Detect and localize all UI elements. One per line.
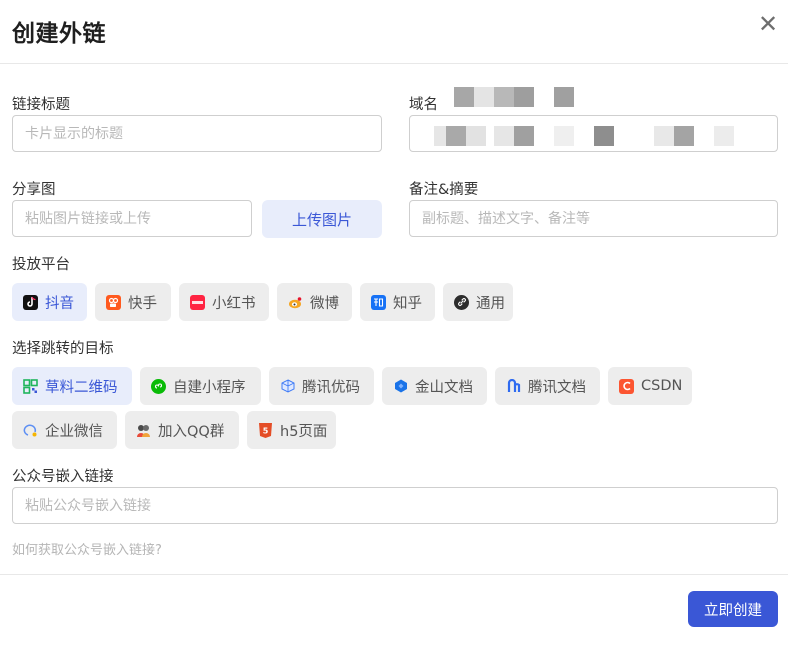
note-label: 备注&摘要	[409, 182, 479, 198]
svg-text:5: 5	[263, 426, 269, 435]
qrcode-icon	[23, 378, 38, 394]
target-label-miniprogram: 自建小程序	[173, 379, 246, 396]
target-kdocs[interactable]: 金山文档	[382, 367, 487, 405]
help-link[interactable]: 如何获取公众号嵌入链接?	[12, 539, 162, 558]
upload-image-button[interactable]: 上传图片	[262, 200, 382, 238]
target-label-qq-group: 加入QQ群	[158, 423, 225, 440]
footer-divider	[0, 574, 788, 575]
tencent-youma-icon	[280, 379, 295, 394]
target-label: 选择跳转的目标	[12, 341, 114, 357]
platform-label-zhihu: 知乎	[393, 295, 422, 312]
create-now-button[interactable]: 立即创建	[688, 591, 778, 627]
target-label-tencent-youma: 腾讯优码	[302, 379, 360, 396]
platform-xiaohongshu[interactable]: 小红书	[179, 283, 269, 321]
link-title-input[interactable]	[12, 115, 382, 152]
target-h5[interactable]: 5 h5页面	[247, 411, 336, 449]
article-embed-label: 公众号嵌入链接	[12, 469, 114, 485]
html5-icon: 5	[258, 422, 273, 438]
kdocs-icon	[393, 379, 408, 394]
target-label-wecom: 企业微信	[45, 423, 103, 440]
platform-weibo[interactable]: 微博	[277, 283, 352, 321]
target-label-tencent-docs: 腾讯文档	[528, 379, 586, 396]
target-wecom[interactable]: 企业微信	[12, 411, 117, 449]
platform-zhihu[interactable]: 知乎	[360, 283, 435, 321]
domain-select[interactable]	[409, 115, 778, 152]
xiaohongshu-icon	[190, 294, 205, 310]
platform-label: 投放平台	[12, 257, 70, 273]
kuaishou-icon	[106, 294, 121, 310]
wecom-icon	[23, 423, 38, 438]
qq-group-icon	[136, 423, 151, 438]
platform-label-weibo: 微博	[310, 295, 339, 312]
platform-kuaishou[interactable]: 快手	[95, 283, 171, 321]
close-icon[interactable]: ✕	[756, 12, 780, 36]
target-tencent-docs[interactable]: 腾讯文档	[495, 367, 600, 405]
target-qq-group[interactable]: 加入QQ群	[125, 411, 239, 449]
target-label-h5: h5页面	[280, 423, 328, 440]
share-image-label: 分享图	[12, 182, 56, 198]
dialog-header: 创建外链 ✕	[0, 0, 788, 64]
platform-label-xiaohongshu: 小红书	[212, 295, 256, 312]
target-label-csdn: CSDN	[641, 378, 683, 394]
platform-label-kuaishou: 快手	[128, 295, 157, 312]
target-label-caoliao: 草料二维码	[45, 379, 118, 396]
csdn-icon	[619, 378, 634, 394]
miniprogram-icon	[151, 378, 166, 394]
platform-label-douyin: 抖音	[45, 295, 74, 312]
article-embed-input[interactable]	[12, 487, 778, 524]
tencent-docs-icon	[506, 379, 521, 394]
domain-label: 域名	[409, 97, 438, 113]
link-title-label: 链接标题	[12, 97, 70, 113]
target-csdn[interactable]: CSDN	[608, 367, 692, 405]
zhihu-icon	[371, 294, 386, 310]
target-caoliao-qrcode[interactable]: 草料二维码	[12, 367, 132, 405]
platform-label-generic: 通用	[476, 295, 505, 312]
share-image-input[interactable]	[12, 200, 252, 237]
platform-generic[interactable]: 通用	[443, 283, 513, 321]
note-input[interactable]	[409, 200, 778, 237]
weibo-icon	[288, 295, 303, 310]
target-tencent-youma[interactable]: 腾讯优码	[269, 367, 374, 405]
dialog-title: 创建外链	[12, 21, 106, 47]
target-label-kdocs: 金山文档	[415, 379, 473, 396]
douyin-icon	[23, 294, 38, 310]
target-miniprogram[interactable]: 自建小程序	[140, 367, 261, 405]
link-icon	[454, 294, 469, 310]
platform-douyin[interactable]: 抖音	[12, 283, 87, 321]
